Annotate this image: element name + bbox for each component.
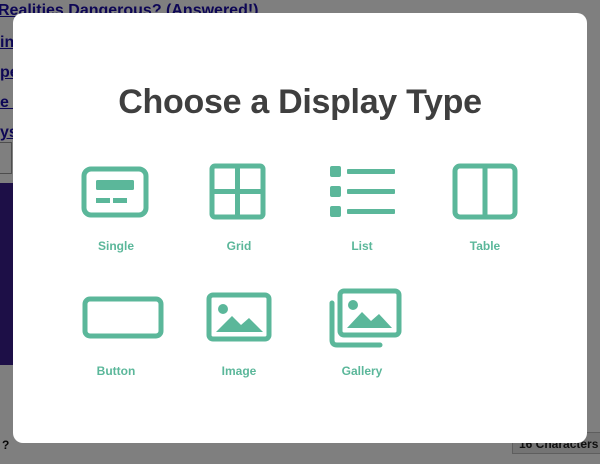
option-grid[interactable]: Grid [179,163,299,263]
option-table-label: Table [469,239,501,253]
option-button[interactable]: Button [56,288,176,388]
list-icon [302,163,422,233]
option-list-label: List [351,239,373,253]
button-icon [56,288,176,358]
option-table[interactable]: Table [425,163,545,263]
single-card-icon [56,163,176,233]
option-list[interactable]: List [302,163,422,263]
option-gallery-label: Gallery [341,364,383,378]
option-gallery[interactable]: Gallery [302,288,422,388]
option-single[interactable]: Single [56,163,176,263]
image-icon [179,288,299,358]
modal-title: Choose a Display Type [118,83,482,121]
gallery-icon [302,288,422,358]
option-image-label: Image [221,364,257,378]
option-grid-label: Grid [226,239,252,253]
grid-icon [179,163,299,233]
display-type-modal: Choose a Display Type Single Grid List T… [13,13,587,443]
option-image[interactable]: Image [179,288,299,388]
table-columns-icon [425,163,545,233]
option-single-label: Single [97,239,134,253]
option-button-label: Button [96,364,136,378]
